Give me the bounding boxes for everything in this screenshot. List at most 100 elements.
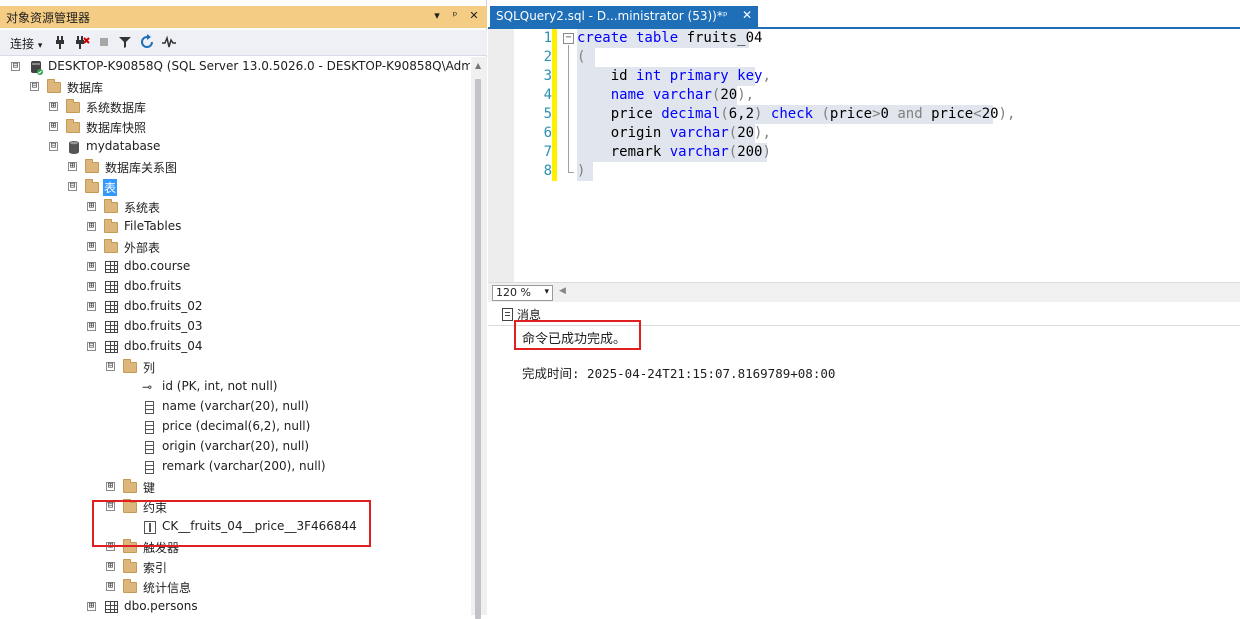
tree-node-database-snapshots[interactable]: ⊞ 数据库快照 (0, 117, 470, 137)
collapse-icon[interactable]: ⊟ (49, 142, 58, 151)
line-number: 7 (543, 144, 552, 160)
collapse-icon[interactable]: ⊟ (68, 182, 77, 191)
code-token: ) (754, 106, 771, 122)
scroll-up-icon[interactable]: ▲ (475, 61, 481, 70)
tree-label-selected: 表 (103, 179, 118, 196)
filter-icon[interactable] (117, 34, 133, 50)
tree-node-column[interactable]: origin (varchar(20), null) (0, 437, 470, 457)
chevron-down-icon: ▾ (544, 287, 549, 297)
expand-icon[interactable]: ⊞ (87, 202, 96, 211)
tree-node-table-fruits-04[interactable]: ⊟ dbo.fruits_04 (0, 337, 470, 357)
tab-sqlquery2[interactable]: SQLQuery2.sql - D...ministrator (53))* ᵖ… (490, 6, 758, 27)
disconnect-icon[interactable] (74, 34, 90, 50)
expand-icon[interactable]: ⊞ (49, 122, 58, 131)
expand-icon[interactable]: ⊞ (87, 262, 96, 271)
scroll-left-icon[interactable]: ◀ (559, 286, 566, 296)
tree-label: 数据库 (67, 81, 104, 95)
collapse-icon[interactable]: ⊟ (87, 342, 96, 351)
code-line[interactable]: origin varchar(20), (577, 125, 771, 141)
sql-editor[interactable]: 1 2 3 4 5 6 7 8 − create table fruits_04 ( id in… (488, 29, 1240, 282)
tree-node-system-tables[interactable]: ⊞ 系统表 (0, 197, 470, 217)
line-number: 8 (543, 163, 552, 179)
tab-title: SQLQuery2.sql - D...ministrator (53))* (496, 9, 723, 23)
code-token: ( (720, 106, 729, 122)
tree-label: 数据库快照 (86, 121, 147, 135)
collapse-icon[interactable]: ⊟ (11, 62, 20, 71)
tree-node-column[interactable]: price (decimal(6,2), null) (0, 417, 470, 437)
tree-label: dbo.course (124, 259, 191, 273)
fold-collapse-icon[interactable]: − (563, 33, 574, 44)
tree-scrollbar[interactable]: ▲ (471, 57, 487, 619)
connect-plug-icon[interactable] (52, 34, 68, 50)
code-line[interactable]: remark varchar(200) (577, 144, 771, 160)
tree-node-databases[interactable]: ⊟ 数据库 (0, 77, 470, 97)
tree-node-table[interactable]: ⊞ dbo.course (0, 257, 470, 277)
tree-node-column[interactable]: remark (varchar(200), null) (0, 457, 470, 477)
collapse-icon[interactable]: ⊟ (106, 362, 115, 371)
code-token: fruits_04 (686, 30, 763, 46)
expand-icon[interactable]: ⊞ (87, 282, 96, 291)
code-token: 20 (720, 87, 738, 103)
stop-icon[interactable] (96, 34, 112, 50)
code-token: decimal (661, 106, 721, 122)
code-line[interactable]: ) (577, 163, 585, 179)
line-number: 3 (543, 68, 552, 84)
tree-node-tables[interactable]: ⊟ 表 (0, 177, 470, 197)
expand-icon[interactable]: ⊞ (87, 222, 96, 231)
code-line[interactable]: create table fruits_04 (577, 30, 762, 46)
code-token: 20 (737, 125, 755, 141)
expand-icon[interactable]: ⊞ (68, 162, 77, 171)
window-position-dropdown-icon[interactable]: ▾ (430, 8, 444, 24)
editor-vertical-scrollbar[interactable] (1224, 29, 1240, 282)
tree-node-column[interactable]: name (varchar(20), null) (0, 397, 470, 417)
code-line[interactable]: id int primary key, (577, 68, 771, 84)
expand-icon[interactable]: ⊞ (106, 582, 115, 591)
tree-label: 列 (143, 361, 156, 375)
tree-node-mydatabase[interactable]: ⊟ mydatabase (0, 137, 470, 157)
completion-time: 完成时间: 2025-04-24T21:15:07.8169789+08:00 (522, 366, 836, 381)
tree-node-external-tables[interactable]: ⊞ 外部表 (0, 237, 470, 257)
zoom-dropdown[interactable]: 120 % ▾ (492, 285, 553, 301)
tree-node-database-diagrams[interactable]: ⊞ 数据库关系图 (0, 157, 470, 177)
tree-node-statistics[interactable]: ⊞ 统计信息 (0, 577, 470, 597)
close-icon[interactable]: ✕ (742, 8, 752, 22)
code-line[interactable]: ( (577, 49, 585, 65)
scrollbar-thumb[interactable] (475, 79, 481, 619)
tree-node-table[interactable]: ⊞ dbo.fruits_03 (0, 317, 470, 337)
tree-node-system-databases[interactable]: ⊞ 系统数据库 (0, 97, 470, 117)
connect-button[interactable]: 连接 ▾ (10, 35, 42, 52)
code-line[interactable]: name varchar(20), (577, 87, 754, 103)
expand-icon[interactable]: ⊞ (87, 602, 96, 611)
tree-node-keys[interactable]: ⊞ 键 (0, 477, 470, 497)
tree-node-server[interactable]: ⊟ DESKTOP-K90858Q (SQL Server 13.0.5026.… (0, 57, 470, 77)
collapse-icon[interactable]: ⊟ (30, 82, 39, 91)
code-token: varchar (652, 87, 712, 103)
line-number: 5 (543, 106, 552, 122)
close-icon[interactable]: ✕ (467, 8, 481, 24)
expand-icon[interactable]: ⊞ (87, 242, 96, 251)
table-icon (104, 599, 120, 615)
tree-node-column[interactable]: ⊸ id (PK, int, not null) (0, 377, 470, 397)
expand-icon[interactable]: ⊞ (106, 562, 115, 571)
tree-label: origin (varchar(20), null) (162, 439, 310, 453)
refresh-icon[interactable] (139, 34, 155, 50)
tree-node-table[interactable]: ⊞ dbo.fruits (0, 277, 470, 297)
code-line[interactable]: price decimal(6,2) check (price>0 and pr… (577, 106, 1016, 122)
expand-icon[interactable]: ⊞ (49, 102, 58, 111)
expand-icon[interactable]: ⊞ (87, 302, 96, 311)
tree-node-columns[interactable]: ⊟ 列 (0, 357, 470, 377)
expand-icon[interactable]: ⊞ (106, 482, 115, 491)
code-token: ) (577, 163, 586, 179)
tree-label: DESKTOP-K90858Q (SQL Server 13.0.5026.0 … (48, 59, 470, 73)
pin-icon[interactable]: ᵖ (448, 8, 462, 24)
tree-node-indexes[interactable]: ⊞ 索引 (0, 557, 470, 577)
code-token: 6,2 (728, 106, 755, 122)
tree-node-table[interactable]: ⊞ dbo.fruits_02 (0, 297, 470, 317)
pin-icon[interactable]: ᵖ (723, 9, 728, 22)
expand-icon[interactable]: ⊞ (87, 322, 96, 331)
activity-monitor-icon[interactable] (161, 34, 177, 50)
table-icon (104, 339, 120, 355)
tree-label: 外部表 (124, 241, 161, 255)
tree-node-table[interactable]: ⊞ dbo.persons (0, 597, 470, 615)
tree-node-filetables[interactable]: ⊞ FileTables (0, 217, 470, 237)
